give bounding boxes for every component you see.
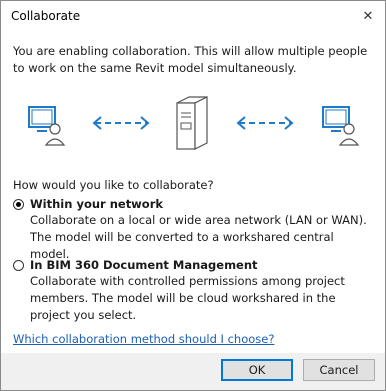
user-computer-icon [322,106,360,146]
bidirectional-arrow-icon [92,116,150,130]
user-computer-icon [28,106,66,146]
collaboration-question: How would you like to collaborate? [13,178,214,192]
server-icon [176,96,208,150]
option-within-network[interactable]: Within your network Collaborate on a loc… [13,197,373,263]
window-title: Collaborate [11,9,81,23]
collaboration-illustration [28,96,360,150]
button-bar: OK Cancel [1,353,385,390]
option-description: Collaborate on a local or wide area netw… [30,213,367,261]
option-description: Collaborate with controlled permissions … [30,274,345,322]
radio-bim360[interactable] [13,259,24,271]
collaborate-dialog: Collaborate ✕ You are enabling collabora… [0,0,386,391]
title-bar: Collaborate ✕ [1,1,385,31]
ok-button[interactable]: OK [221,359,293,381]
option-bim360[interactable]: In BIM 360 Document Management Collabora… [13,258,373,324]
radio-within-network[interactable] [13,198,24,210]
bidirectional-arrow-icon [236,116,294,130]
cancel-button[interactable]: Cancel [303,359,375,381]
help-link[interactable]: Which collaboration method should I choo… [13,332,274,346]
option-label[interactable]: In BIM 360 Document Management [30,258,258,272]
intro-text: You are enabling collaboration. This wil… [13,44,368,75]
option-label[interactable]: Within your network [30,197,163,211]
close-icon[interactable]: ✕ [357,5,379,27]
